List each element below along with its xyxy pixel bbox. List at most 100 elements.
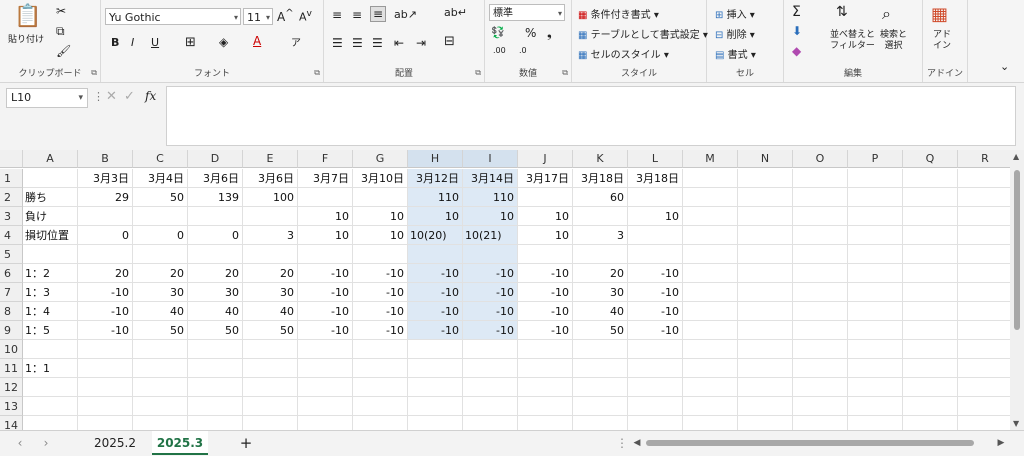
cell-r3[interactable] [958,207,1010,226]
cell-b7[interactable]: -10 [78,283,133,302]
scroll-down-icon[interactable]: ▼ [1013,419,1019,428]
cell-a10[interactable] [23,340,78,359]
column-header-k[interactable]: K [573,150,628,168]
column-header-f[interactable]: F [298,150,353,168]
cell-styles-button[interactable]: ▦ セルのスタイル ▾ [578,46,669,61]
cell-h12[interactable] [408,378,463,397]
cell-j14[interactable] [518,416,573,430]
underline-button[interactable]: U [151,36,159,49]
cell-j13[interactable] [518,397,573,416]
cell-r1[interactable] [958,169,1010,188]
cell-o12[interactable] [793,378,848,397]
cell-c5[interactable] [133,245,188,264]
cell-k12[interactable] [573,378,628,397]
cell-c1[interactable]: 3月4日 [133,169,188,188]
cell-p6[interactable] [848,264,903,283]
format-button[interactable]: ▤ 書式 ▾ [715,46,756,61]
cell-c4[interactable]: 0 [133,226,188,245]
cell-g5[interactable] [353,245,408,264]
cell-o3[interactable] [793,207,848,226]
cell-l7[interactable]: -10 [628,283,683,302]
cell-i13[interactable] [463,397,518,416]
cell-a1[interactable] [23,169,78,188]
cell-g14[interactable] [353,416,408,430]
currency-icon[interactable]: 💱 [491,26,505,39]
insert-button[interactable]: ⊞ 挿入 ▾ [715,6,755,21]
cell-i10[interactable] [463,340,518,359]
cell-o9[interactable] [793,321,848,340]
cell-m6[interactable] [683,264,738,283]
cell-n2[interactable] [738,188,793,207]
cell-o11[interactable] [793,359,848,378]
cell-q13[interactable] [903,397,958,416]
cell-c6[interactable]: 20 [133,264,188,283]
cell-r4[interactable] [958,226,1010,245]
cell-c12[interactable] [133,378,188,397]
cell-e4[interactable]: 3 [243,226,298,245]
cell-b14[interactable] [78,416,133,430]
cell-r14[interactable] [958,416,1010,430]
cell-d7[interactable]: 30 [188,283,243,302]
cell-k9[interactable]: 50 [573,321,628,340]
sort-filter-icon[interactable]: ⇅ [836,4,848,20]
cell-i2[interactable]: 110 [463,188,518,207]
align-bottom-icon[interactable]: ≡ [370,6,387,22]
cell-m5[interactable] [683,245,738,264]
cell-b1[interactable]: 3月3日 [78,169,133,188]
cell-i12[interactable] [463,378,518,397]
cell-o10[interactable] [793,340,848,359]
cell-f6[interactable]: -10 [298,264,353,283]
cell-r11[interactable] [958,359,1010,378]
cell-i14[interactable] [463,416,518,430]
align-middle-icon[interactable]: ≡ [352,8,362,22]
cell-p12[interactable] [848,378,903,397]
cell-n11[interactable] [738,359,793,378]
cell-e3[interactable] [243,207,298,226]
cell-q5[interactable] [903,245,958,264]
cell-k6[interactable]: 20 [573,264,628,283]
paste-icon[interactable]: 📋 [14,4,41,29]
merge-center-icon[interactable]: ⊟ [444,34,455,49]
cell-m4[interactable] [683,226,738,245]
cell-g4[interactable]: 10 [353,226,408,245]
cell-p4[interactable] [848,226,903,245]
cell-e1[interactable]: 3月6日 [243,169,298,188]
cell-f10[interactable] [298,340,353,359]
cell-q2[interactable] [903,188,958,207]
cell-m9[interactable] [683,321,738,340]
format-painter-icon[interactable]: 🖌 [56,44,71,58]
cell-r9[interactable] [958,321,1010,340]
cell-o14[interactable] [793,416,848,430]
cell-k5[interactable] [573,245,628,264]
cell-l11[interactable] [628,359,683,378]
cell-h1[interactable]: 3月12日 [408,169,463,188]
column-header-e[interactable]: E [243,150,298,168]
cell-d1[interactable]: 3月6日 [188,169,243,188]
cell-o6[interactable] [793,264,848,283]
scroll-up-icon[interactable]: ▲ [1013,152,1019,161]
wrap-text-icon[interactable]: ab↵ [444,6,467,19]
cell-n4[interactable] [738,226,793,245]
vertical-scroll-thumb[interactable] [1014,170,1020,330]
cell-l3[interactable]: 10 [628,207,683,226]
cell-m2[interactable] [683,188,738,207]
cell-h14[interactable] [408,416,463,430]
cell-a9[interactable]: 1：5 [23,321,78,340]
row-header-7[interactable]: 7 [0,283,23,302]
sort-filter-button[interactable]: 並べ替えと フィルター [830,30,875,52]
grow-font-icon[interactable]: A^ [277,8,294,24]
cell-i6[interactable]: -10 [463,264,518,283]
cell-p14[interactable] [848,416,903,430]
row-header-11[interactable]: 11 [0,359,23,378]
cell-b12[interactable] [78,378,133,397]
cell-m11[interactable] [683,359,738,378]
cell-l1[interactable]: 3月18日 [628,169,683,188]
cell-k7[interactable]: 30 [573,283,628,302]
cell-a2[interactable]: 勝ち [23,188,78,207]
increase-indent-icon[interactable]: ⇥ [416,36,426,50]
cell-a3[interactable]: 負け [23,207,78,226]
cell-j8[interactable]: -10 [518,302,573,321]
cell-a8[interactable]: 1：4 [23,302,78,321]
cell-g1[interactable]: 3月10日 [353,169,408,188]
cell-j4[interactable]: 10 [518,226,573,245]
